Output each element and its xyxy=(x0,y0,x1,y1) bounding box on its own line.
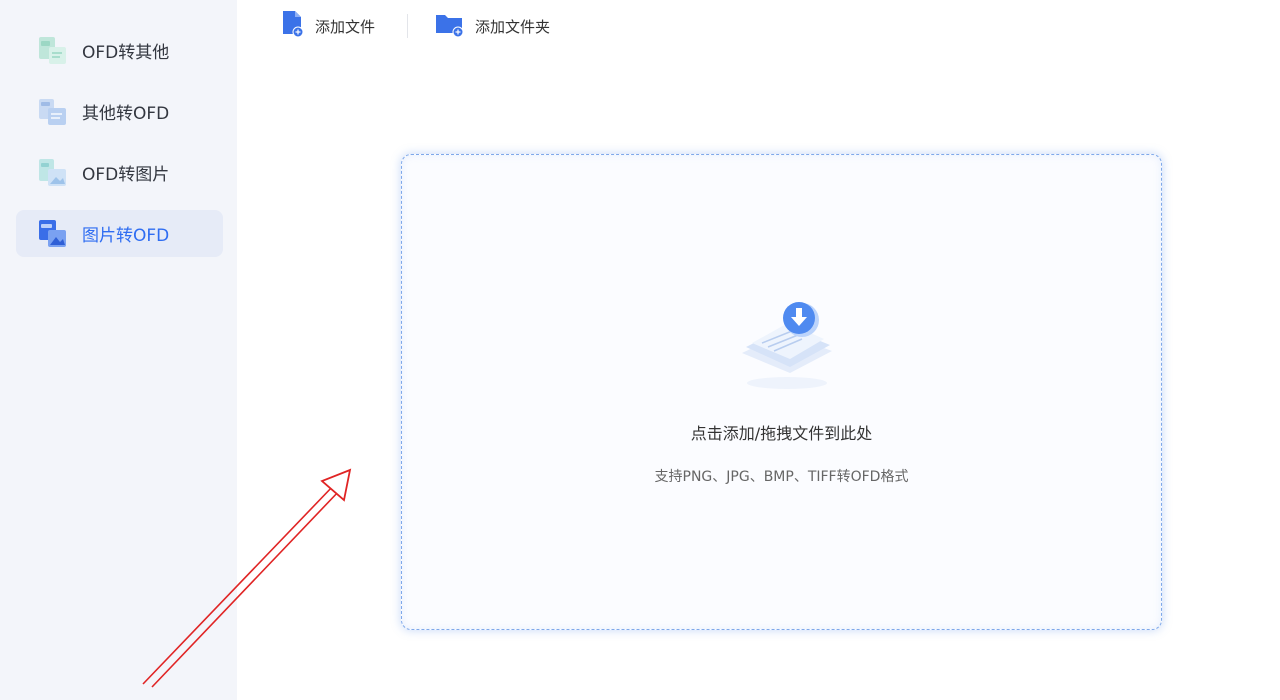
sidebar: OFD转其他 其他转OFD OFD转图片 图片转OFD xyxy=(0,0,237,700)
add-file-icon xyxy=(281,10,305,42)
sidebar-item-ofd-to-other[interactable]: OFD转其他 xyxy=(16,27,223,74)
sidebar-item-label: OFD转其他 xyxy=(82,43,170,63)
sidebar-item-label: 其他转OFD xyxy=(82,104,170,124)
toolbar: 添加文件 添加文件夹 xyxy=(237,0,1280,52)
drop-zone-title: 点击添加/拖拽文件到此处 xyxy=(690,424,873,443)
sidebar-item-ofd-to-image[interactable]: OFD转图片 xyxy=(16,149,223,196)
upload-file-illustration-icon xyxy=(732,295,842,395)
add-file-label: 添加文件 xyxy=(315,17,376,36)
toolbar-divider xyxy=(407,14,408,38)
sidebar-item-image-to-ofd[interactable]: 图片转OFD xyxy=(16,210,223,257)
drop-zone-subtitle: 支持PNG、JPG、BMP、TIFF转OFD格式 xyxy=(654,469,909,485)
ofd-to-other-icon xyxy=(36,35,68,67)
add-folder-label: 添加文件夹 xyxy=(475,17,551,36)
add-folder-button[interactable]: 添加文件夹 xyxy=(435,11,550,41)
sidebar-item-label: 图片转OFD xyxy=(82,226,170,246)
add-folder-icon xyxy=(435,10,465,42)
sidebar-item-other-to-ofd[interactable]: 其他转OFD xyxy=(16,88,223,135)
add-file-button[interactable]: 添加文件 xyxy=(281,11,375,41)
ofd-to-image-icon xyxy=(36,157,68,189)
image-to-ofd-icon xyxy=(36,218,68,250)
sidebar-item-label: OFD转图片 xyxy=(82,165,170,185)
file-drop-zone[interactable]: 点击添加/拖拽文件到此处 支持PNG、JPG、BMP、TIFF转OFD格式 xyxy=(401,154,1162,630)
other-to-ofd-icon xyxy=(36,96,68,128)
